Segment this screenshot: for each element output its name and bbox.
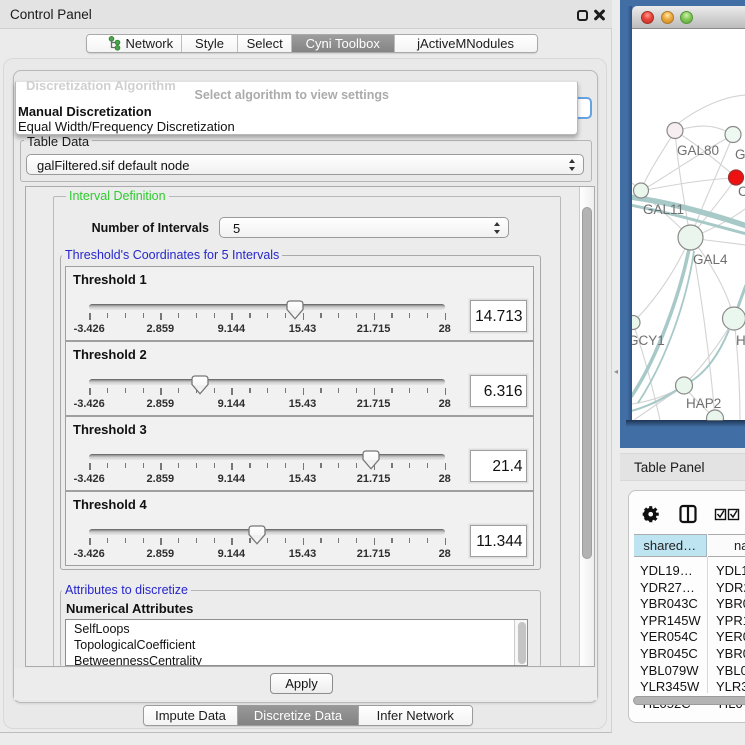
svg-text:GCY1: GCY1: [632, 333, 665, 348]
svg-text:GAL7: GAL7: [735, 147, 745, 162]
svg-text:GAL80: GAL80: [677, 143, 719, 158]
svg-text:GAL11: GAL11: [643, 202, 684, 217]
svg-text:HAP2: HAP2: [686, 396, 721, 411]
svg-text:CR: CR: [738, 184, 745, 199]
svg-text:GAL4: GAL4: [693, 252, 728, 267]
svg-text:HIS: HIS: [736, 333, 745, 348]
